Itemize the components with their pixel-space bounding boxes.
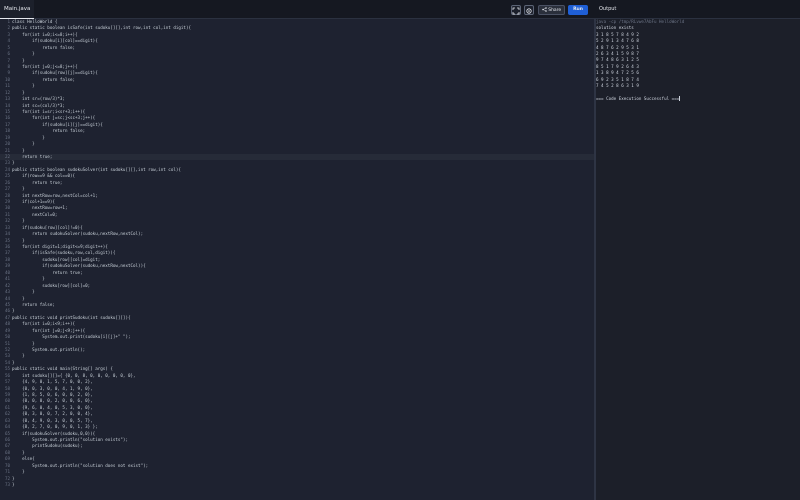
- line-number: 73: [4, 481, 10, 487]
- theme-settings-button[interactable]: [524, 5, 534, 15]
- output-text: 3 1 8 5 7 8 4 9 2: [596, 31, 639, 37]
- output-text: 8 5 1 7 9 2 6 4 3: [596, 63, 639, 69]
- output-text: 1 3 8 9 4 7 2 5 6: [596, 70, 639, 76]
- code-editor[interactable]: 1 class HelloWorld {2 public static boolea…: [0, 19, 594, 500]
- output-text: 2 6 3 4 1 5 9 8 7: [596, 51, 639, 56]
- file-tab-main-java[interactable]: Main.java: [0, 0, 35, 19]
- fullscreen-icon: [512, 7, 520, 15]
- settings-icon: [526, 8, 532, 14]
- output-text: 5 2 9 1 3 4 7 6 8: [596, 38, 639, 44]
- output-line: === Code Execution Successful ===: [596, 96, 800, 102]
- output-text: 4 8 7 6 2 9 5 3 1: [596, 44, 639, 50]
- code-line[interactable]: 73}: [0, 482, 594, 488]
- share-label: Share: [548, 8, 562, 13]
- output-text: java -cp /tmp/RLvwe7AbFu HelloWorld: [596, 19, 685, 24]
- output-text: === Code Execution Successful ===: [596, 95, 680, 101]
- share-icon: [542, 7, 547, 12]
- output-text: 7 4 5 2 8 6 3 1 9: [596, 83, 639, 88]
- fullscreen-button[interactable]: [511, 5, 521, 15]
- output-panel-title: Output: [599, 6, 617, 12]
- text-cursor: [679, 96, 681, 102]
- share-button[interactable]: Share: [538, 5, 565, 15]
- output-text: solution exists: [596, 25, 634, 31]
- output-console: java -cp /tmp/RLvwe7AbFu HelloWorld solut…: [596, 19, 800, 500]
- top-toolbar: Main.java Share Run Output: [0, 0, 800, 19]
- output-text: 9 7 4 8 6 3 1 2 5: [596, 57, 639, 63]
- run-button[interactable]: Run: [568, 5, 588, 15]
- output-text: 6 9 2 3 5 1 8 7 4: [596, 76, 639, 82]
- code-text: }: [12, 481, 15, 487]
